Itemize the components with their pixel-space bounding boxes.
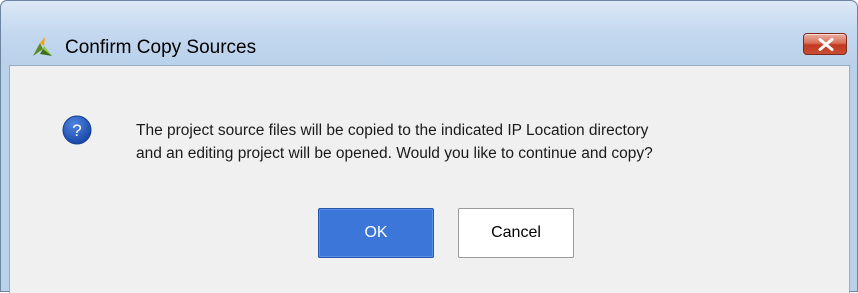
- title-bar[interactable]: Confirm Copy Sources: [1, 1, 857, 65]
- dialog-window: Confirm Copy Sources ? The project sourc…: [0, 0, 858, 293]
- svg-text:?: ?: [72, 121, 81, 140]
- dialog-title: Confirm Copy Sources: [65, 37, 257, 58]
- close-button[interactable]: [803, 33, 847, 55]
- question-icon: ?: [62, 115, 92, 145]
- cancel-button[interactable]: Cancel: [458, 208, 574, 258]
- ok-button[interactable]: OK: [318, 208, 434, 258]
- close-x-icon: [818, 38, 834, 51]
- message-line: and an editing project will be opened. W…: [136, 145, 653, 162]
- dialog-message: The project source files will be copied …: [136, 119, 836, 165]
- dialog-body: ? The project source files will be copie…: [9, 65, 850, 293]
- vivado-logo-icon: [31, 37, 53, 57]
- message-line: The project source files will be copied …: [136, 122, 649, 139]
